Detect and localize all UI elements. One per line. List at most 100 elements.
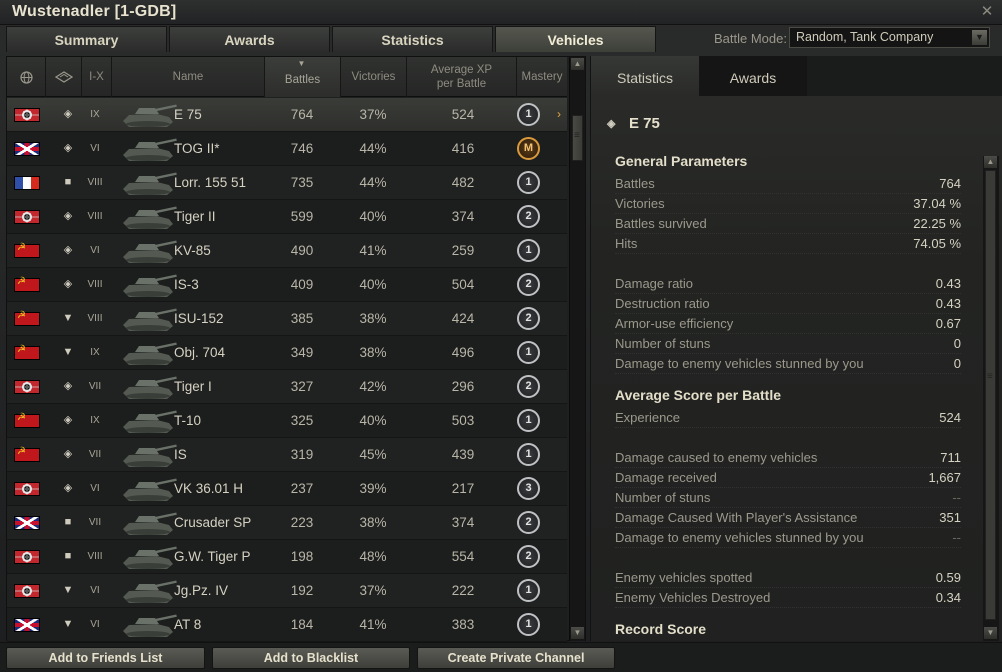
stat-label: Damage received bbox=[615, 470, 717, 485]
vehicle-table: I-X Name ▼ Battles Victories Average XP … bbox=[6, 56, 586, 642]
name-column-header[interactable]: Name bbox=[111, 57, 264, 97]
nation-column-header[interactable] bbox=[7, 57, 45, 97]
type-column-header[interactable] bbox=[45, 57, 81, 97]
avg-xp-value: 439 bbox=[451, 447, 475, 462]
stat-value: 351 bbox=[939, 510, 961, 525]
tab-statistics[interactable]: Statistics bbox=[332, 26, 493, 52]
table-row[interactable]: ▼ VIII ISU-152 385 38% 424 2 bbox=[7, 302, 567, 336]
scroll-thumb[interactable] bbox=[572, 115, 583, 161]
tab-awards[interactable]: Awards bbox=[169, 26, 330, 52]
chevron-down-icon[interactable]: ▼ bbox=[972, 30, 987, 45]
tank-type-icon bbox=[54, 71, 73, 83]
add-to-friends-button[interactable]: Add to Friends List bbox=[6, 647, 205, 669]
tab-vehicles[interactable]: Vehicles bbox=[495, 26, 656, 52]
table-row[interactable]: ■ VII Crusader SP 223 38% 374 2 bbox=[7, 506, 567, 540]
tank-silhouette-icon bbox=[123, 376, 177, 399]
uk-flag-icon bbox=[14, 618, 40, 632]
table-row[interactable]: ▼ VI AT 8 184 41% 383 1 bbox=[7, 608, 567, 642]
battle-mode-label: Battle Mode: bbox=[714, 31, 787, 46]
vehicle-name: ISU-152 bbox=[174, 311, 224, 326]
stat-value: -- bbox=[952, 490, 961, 505]
table-row[interactable]: ■ VIII Lorr. 155 51 735 44% 482 1 bbox=[7, 166, 567, 200]
artillery-icon: ■ bbox=[64, 176, 72, 188]
mastery-badge-icon: 2 bbox=[517, 205, 540, 228]
create-private-channel-button[interactable]: Create Private Channel bbox=[417, 647, 615, 669]
detail-scrollbar[interactable]: ▲ ▼ bbox=[983, 156, 999, 641]
stat-label: Armor-use efficiency bbox=[615, 316, 734, 331]
stat-row: Damage Caused With Player's Assistance 35… bbox=[615, 508, 961, 528]
table-row[interactable]: ◈ VII IS 319 45% 439 1 bbox=[7, 438, 567, 472]
scroll-up-icon[interactable]: ▲ bbox=[984, 156, 997, 168]
vehicle-tier: VIII bbox=[87, 211, 103, 222]
avg-xp-column-header[interactable]: Average XP per Battle bbox=[406, 57, 516, 97]
table-row[interactable]: ■ VIII G.W. Tiger P 198 48% 554 2 bbox=[7, 540, 567, 574]
window-title: Wustenadler [1-GDB] bbox=[12, 3, 177, 20]
vehicle-name: Jg.Pz. IV bbox=[174, 583, 229, 598]
table-row[interactable]: ▼ IX Obj. 704 349 38% 496 1 bbox=[7, 336, 567, 370]
heavy-tank-icon: ◈ bbox=[63, 108, 73, 120]
stat-label: Destruction ratio bbox=[615, 296, 710, 311]
heavy-tank-icon: ◈ bbox=[63, 482, 73, 494]
stat-row: Battles survived 22.25 % bbox=[615, 214, 961, 234]
artillery-icon: ■ bbox=[64, 550, 72, 562]
add-to-blacklist-button[interactable]: Add to Blacklist bbox=[212, 647, 410, 669]
scroll-down-icon[interactable]: ▼ bbox=[571, 627, 584, 639]
table-row[interactable]: ▼ VI Jg.Pz. IV 192 37% 222 1 bbox=[7, 574, 567, 608]
table-row[interactable]: ◈ VI TOG II* 746 44% 416 M bbox=[7, 132, 567, 166]
mastery-badge-icon: 2 bbox=[517, 375, 540, 398]
detail-scroll-thumb[interactable] bbox=[985, 170, 996, 620]
battle-mode-select[interactable]: Random, Tank Company ▼ bbox=[789, 27, 990, 48]
stat-label: Damage to enemy vehicles stunned by you bbox=[615, 356, 864, 371]
avg-xp-value: 504 bbox=[451, 277, 475, 292]
scroll-up-icon[interactable]: ▲ bbox=[571, 58, 584, 70]
avg-xp-value: 554 bbox=[451, 549, 475, 564]
tier-column-header[interactable]: I-X bbox=[81, 57, 111, 97]
stat-value: 711 bbox=[940, 450, 961, 465]
tank-silhouette-icon bbox=[123, 614, 177, 637]
table-row[interactable]: ◈ IX E 75 764 37% 524 1 › bbox=[7, 98, 567, 132]
heavy-tank-icon: ◈ bbox=[63, 210, 73, 222]
heavy-tank-icon: ◈ bbox=[63, 414, 73, 426]
vehicle-tier: VI bbox=[90, 585, 100, 596]
battles-column-header[interactable]: ▼ Battles bbox=[264, 57, 340, 97]
tank-destroyer-icon: ▼ bbox=[62, 346, 74, 358]
detail-tabs: Statistics Awards bbox=[591, 56, 1002, 96]
close-icon[interactable]: ✕ bbox=[978, 3, 996, 21]
vehicle-name: IS-3 bbox=[174, 277, 199, 292]
table-row[interactable]: ◈ IX T-10 325 40% 503 1 bbox=[7, 404, 567, 438]
victories-value: 37% bbox=[359, 107, 387, 122]
vehicle-tier: IX bbox=[90, 109, 100, 120]
stat-label: Enemy Vehicles Destroyed bbox=[615, 590, 771, 605]
avg-xp-value: 374 bbox=[451, 515, 475, 530]
tab-detail-awards[interactable]: Awards bbox=[699, 56, 807, 96]
stat-label: Damage caused to enemy vehicles bbox=[615, 450, 818, 465]
vehicle-name: Crusader SP bbox=[174, 515, 252, 530]
table-row[interactable]: ◈ VII Tiger I 327 42% 296 2 bbox=[7, 370, 567, 404]
mastery-column-header[interactable]: Mastery bbox=[516, 57, 567, 97]
stat-row: Damage to enemy vehicles stunned by you -… bbox=[615, 528, 961, 548]
stat-value: 37.04 % bbox=[913, 196, 961, 211]
victories-column-header[interactable]: Victories bbox=[340, 57, 406, 97]
scroll-down-icon[interactable]: ▼ bbox=[984, 627, 997, 639]
tank-silhouette-icon bbox=[123, 274, 177, 297]
victories-value: 42% bbox=[359, 379, 387, 394]
stat-label: Victories bbox=[615, 196, 665, 211]
avg-xp-value: 482 bbox=[451, 175, 475, 190]
table-row[interactable]: ◈ VI VK 36.01 H 237 39% 217 3 bbox=[7, 472, 567, 506]
vehicle-name: IS bbox=[174, 447, 187, 462]
artillery-icon: ■ bbox=[64, 516, 72, 528]
germany-flag-icon bbox=[14, 482, 40, 496]
stat-label: Battles survived bbox=[615, 216, 707, 231]
vehicle-name: Tiger I bbox=[174, 379, 212, 394]
victories-value: 37% bbox=[359, 583, 387, 598]
tab-detail-statistics[interactable]: Statistics bbox=[591, 56, 699, 96]
stat-value: 74.05 % bbox=[913, 236, 961, 251]
table-row[interactable]: ◈ VIII IS-3 409 40% 504 2 bbox=[7, 268, 567, 302]
tab-summary[interactable]: Summary bbox=[6, 26, 167, 52]
stat-row: Experience 524 bbox=[615, 408, 961, 428]
table-row[interactable]: ◈ VI KV-85 490 41% 259 1 bbox=[7, 234, 567, 268]
vehicle-tier: VI bbox=[90, 483, 100, 494]
table-row[interactable]: ◈ VIII Tiger II 599 40% 374 2 bbox=[7, 200, 567, 234]
footer-bar: Add to Friends List Add to Blacklist Cre… bbox=[0, 642, 1002, 672]
table-scrollbar[interactable]: ▲ ▼ bbox=[569, 57, 585, 641]
